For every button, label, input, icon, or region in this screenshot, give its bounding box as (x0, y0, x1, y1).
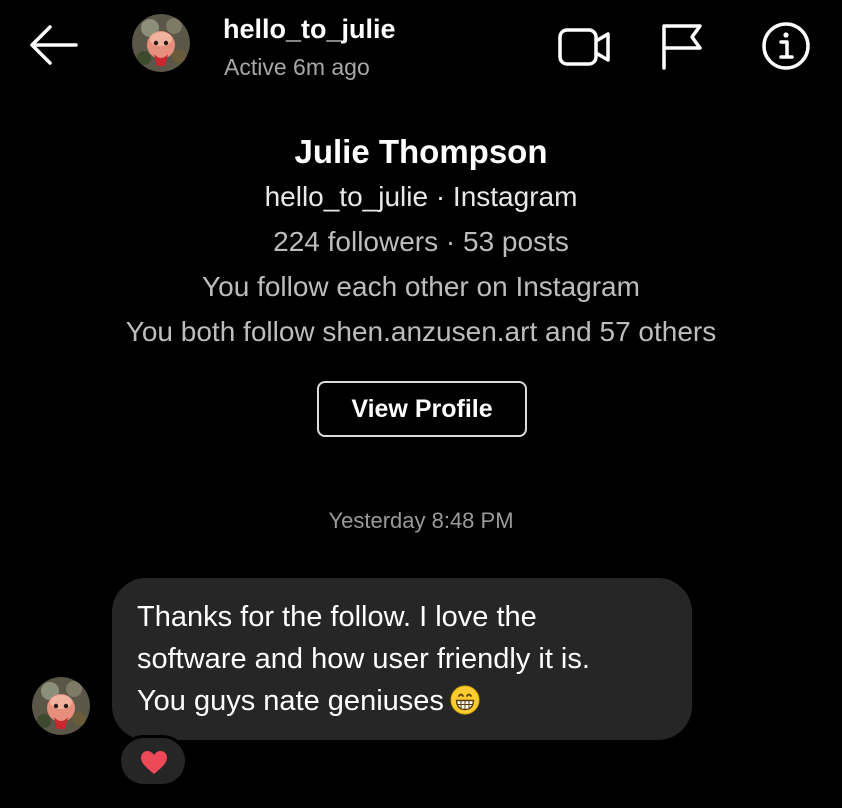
avatar[interactable] (132, 14, 190, 72)
message-line-text: You guys nate geniuses (137, 685, 444, 717)
avatar-image (132, 14, 190, 72)
conversation-info-button[interactable] (760, 20, 812, 72)
message-line: software and how user friendly it is. (137, 643, 590, 675)
profile-summary: Julie Thompson hello_to_julie · Instagra… (0, 128, 842, 354)
flag-icon (662, 24, 702, 70)
heart-reaction[interactable] (118, 735, 188, 787)
report-button[interactable] (656, 20, 706, 72)
message-line: Thanks for the follow. I love the (137, 601, 537, 633)
profile-name: Julie Thompson (294, 133, 548, 170)
active-status: Active 6m ago (224, 54, 370, 80)
chat-header: hello_to_julie Active 6m ago (0, 0, 842, 100)
back-button[interactable] (26, 20, 80, 70)
sender-avatar[interactable] (32, 677, 90, 735)
view-profile-button[interactable]: View Profile (317, 381, 527, 437)
info-icon (762, 22, 810, 70)
heart-icon (141, 751, 167, 774)
mutual-followers: You both follow shen.anzusen.art and 57 … (125, 316, 717, 347)
profile-stats: 224 followers · 53 posts (273, 226, 569, 257)
avatar-image (32, 677, 90, 735)
arrow-left-icon (30, 25, 78, 65)
header-username[interactable]: hello_to_julie (223, 14, 396, 45)
follow-status: You follow each other on Instagram (202, 271, 640, 302)
message-timestamp: Yesterday 8:48 PM (328, 508, 514, 533)
message-line: You guys nate geniuses (137, 680, 666, 722)
message-bubble[interactable]: Thanks for the follow. I love the softwa… (112, 578, 692, 740)
profile-handle: hello_to_julie · Instagram (264, 181, 578, 212)
grinning-face-emoji-icon (450, 685, 480, 715)
video-call-button[interactable] (556, 24, 614, 70)
video-call-icon (558, 28, 610, 66)
